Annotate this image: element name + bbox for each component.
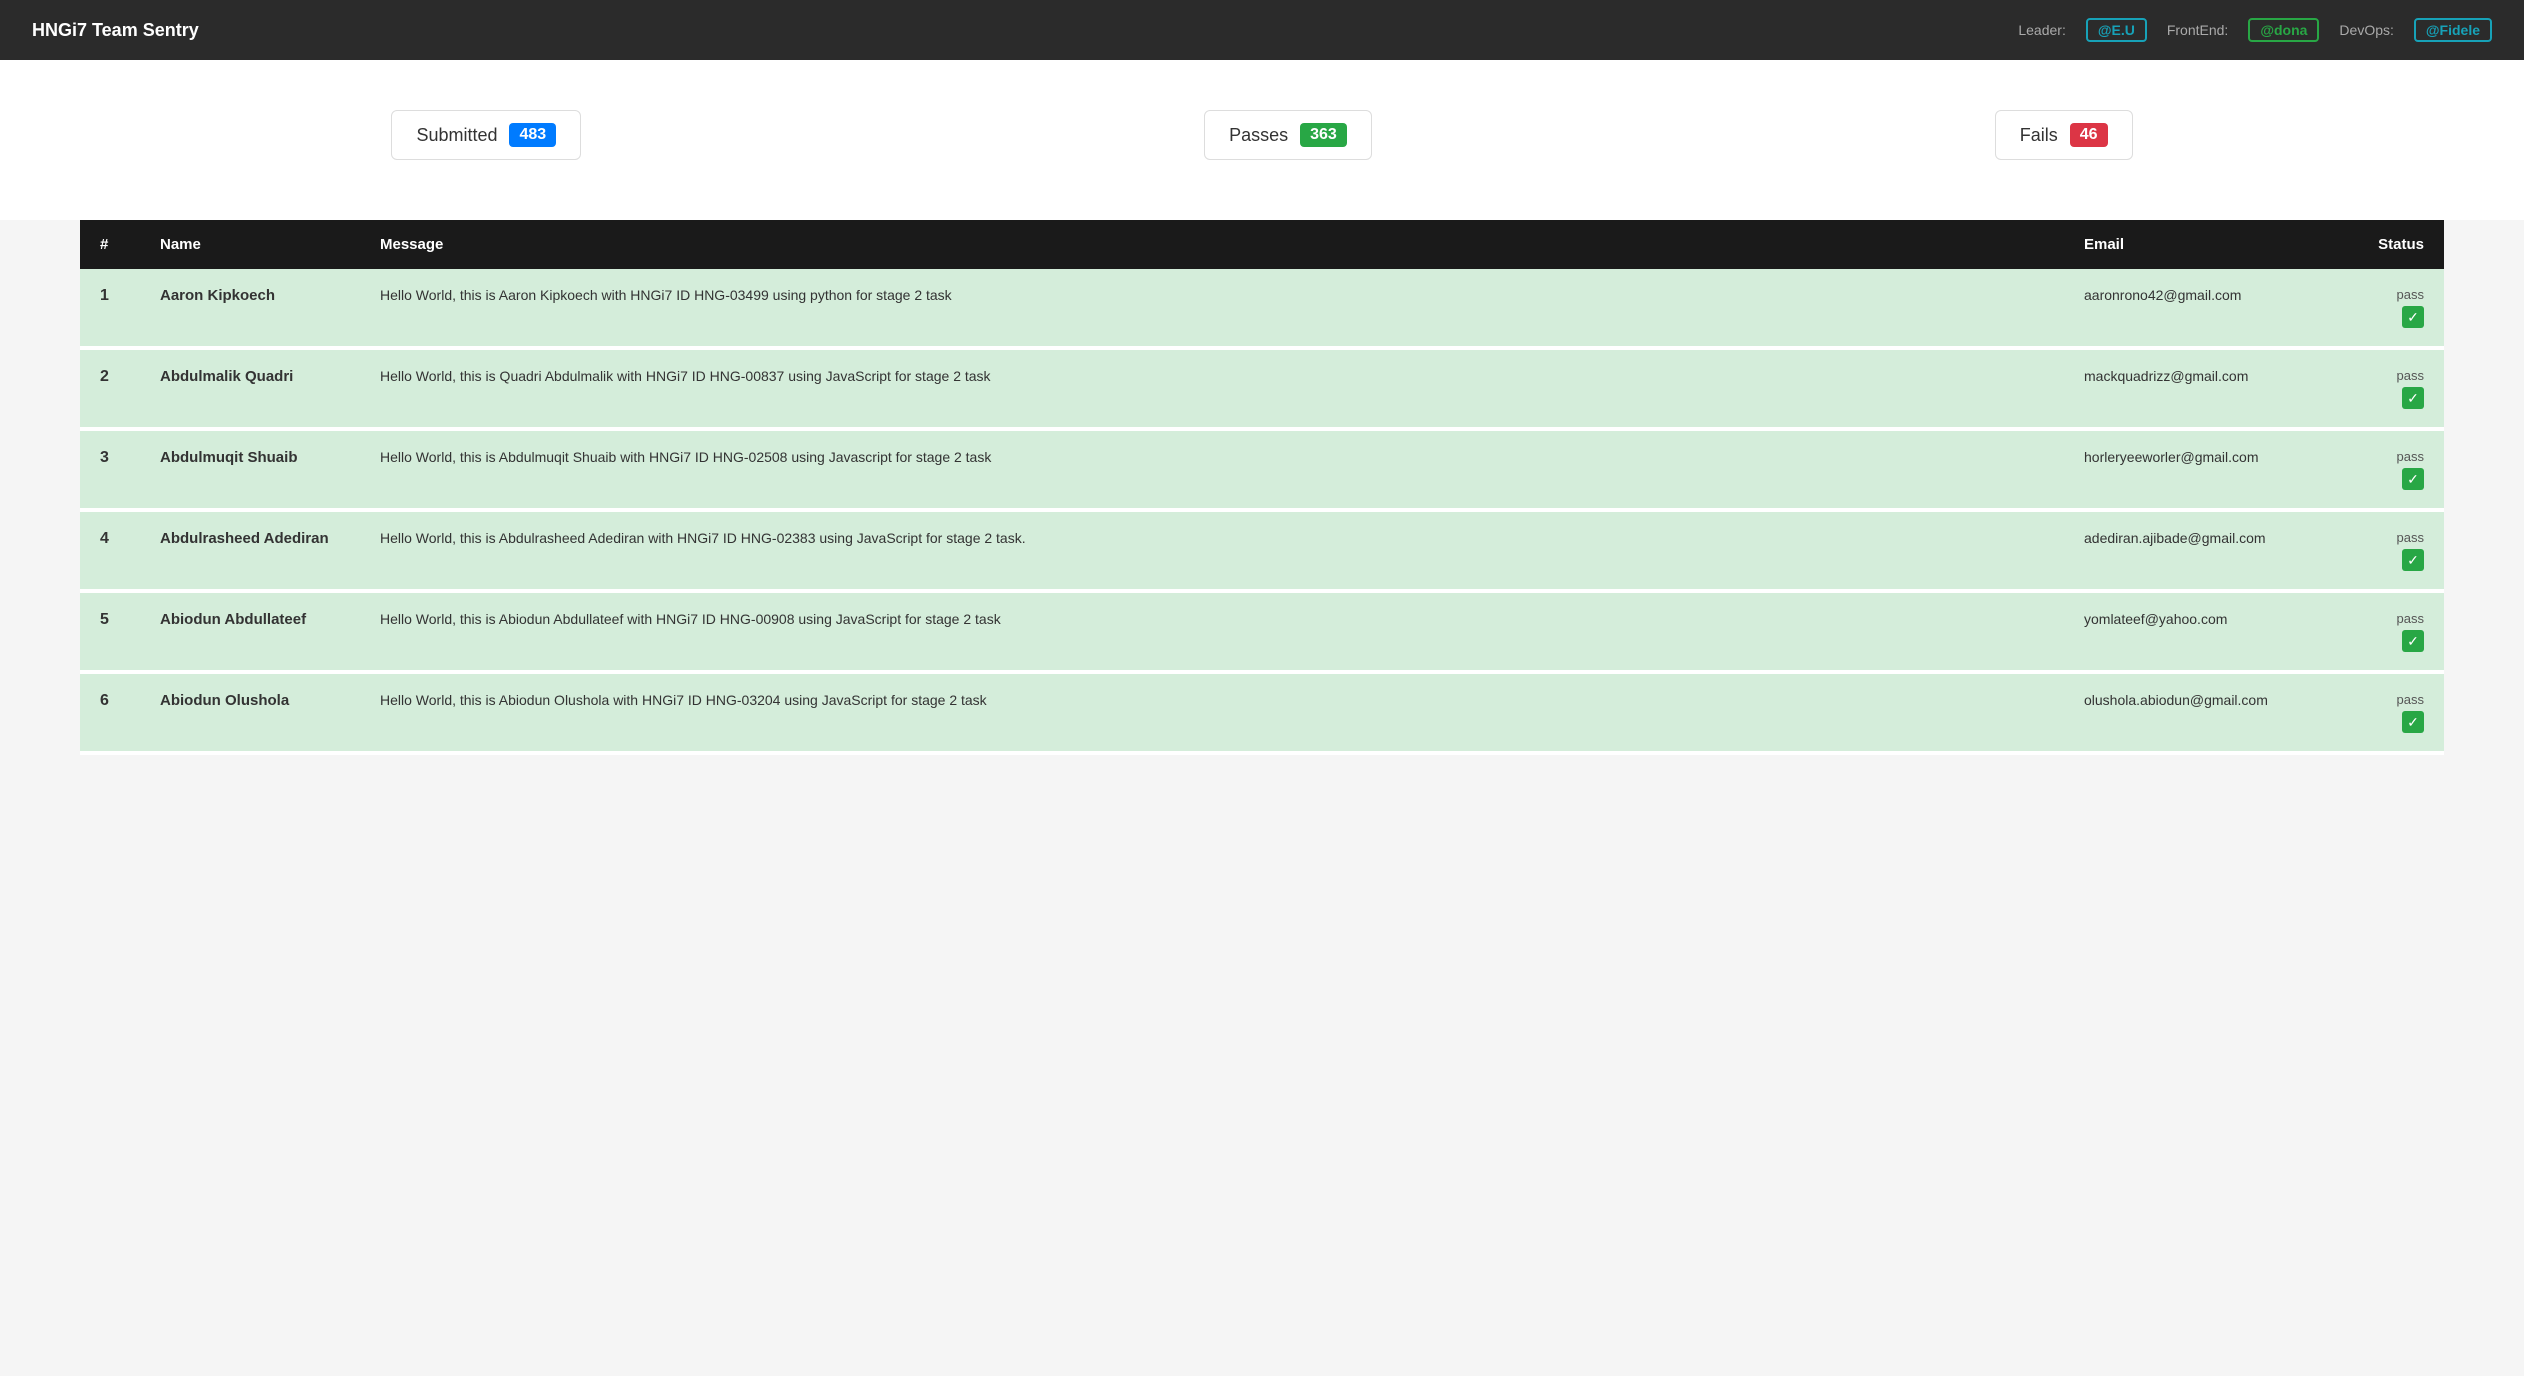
cell-message: Hello World, this is Quadri Abdulmalik w… — [360, 348, 2064, 429]
passes-label: Passes — [1229, 125, 1288, 146]
cell-status: pass ✓ — [2324, 429, 2444, 510]
table-row: 3 Abdulmuqit Shuaib Hello World, this is… — [80, 429, 2444, 510]
cell-status: pass ✓ — [2324, 269, 2444, 348]
cell-number: 1 — [80, 269, 140, 348]
cell-name: Aaron Kipkoech — [140, 269, 360, 348]
cell-name: Abiodun Olushola — [140, 672, 360, 753]
devops-label: DevOps: — [2339, 22, 2393, 38]
fails-label: Fails — [2020, 125, 2058, 146]
table-body: 1 Aaron Kipkoech Hello World, this is Aa… — [80, 269, 2444, 753]
col-header-status: Status — [2324, 220, 2444, 269]
leader-label: Leader: — [2018, 22, 2065, 38]
cell-email: yomlateef@yahoo.com — [2064, 591, 2324, 672]
col-header-email: Email — [2064, 220, 2324, 269]
stats-row: Submitted 483 Passes 363 Fails 46 — [0, 60, 2524, 220]
check-icon: ✓ — [2402, 549, 2424, 571]
cell-number: 6 — [80, 672, 140, 753]
status-pass-label: pass — [2344, 611, 2424, 626]
cell-number: 2 — [80, 348, 140, 429]
submitted-card: Submitted 483 — [391, 110, 581, 160]
table-row: 5 Abiodun Abdullateef Hello World, this … — [80, 591, 2444, 672]
status-pass-label: pass — [2344, 287, 2424, 302]
check-icon: ✓ — [2402, 387, 2424, 409]
col-header-name: Name — [140, 220, 360, 269]
cell-email: aaronrono42@gmail.com — [2064, 269, 2324, 348]
passes-count: 363 — [1300, 123, 1347, 147]
frontend-badge: @dona — [2248, 18, 2319, 42]
col-header-number: # — [80, 220, 140, 269]
data-table-container: # Name Message Email Status 1 Aaron Kipk… — [80, 220, 2444, 755]
cell-name: Abdulmuqit Shuaib — [140, 429, 360, 510]
table-row: 4 Abdulrasheed Adediran Hello World, thi… — [80, 510, 2444, 591]
cell-number: 3 — [80, 429, 140, 510]
cell-message: Hello World, this is Aaron Kipkoech with… — [360, 269, 2064, 348]
cell-status: pass ✓ — [2324, 348, 2444, 429]
table-row: 1 Aaron Kipkoech Hello World, this is Aa… — [80, 269, 2444, 348]
cell-number: 4 — [80, 510, 140, 591]
check-icon: ✓ — [2402, 306, 2424, 328]
cell-email: mackquadrizz@gmail.com — [2064, 348, 2324, 429]
table-header-row: # Name Message Email Status — [80, 220, 2444, 269]
cell-status: pass ✓ — [2324, 672, 2444, 753]
cell-email: olushola.abiodun@gmail.com — [2064, 672, 2324, 753]
cell-message: Hello World, this is Abiodun Olushola wi… — [360, 672, 2064, 753]
cell-number: 5 — [80, 591, 140, 672]
check-icon: ✓ — [2402, 630, 2424, 652]
app-title: HNGi7 Team Sentry — [32, 20, 199, 41]
cell-message: Hello World, this is Abiodun Abdullateef… — [360, 591, 2064, 672]
devops-badge: @Fidele — [2414, 18, 2492, 42]
status-pass-label: pass — [2344, 368, 2424, 383]
status-pass-label: pass — [2344, 449, 2424, 464]
status-pass-label: pass — [2344, 530, 2424, 545]
cell-email: horleryeeworler@gmail.com — [2064, 429, 2324, 510]
cell-name: Abiodun Abdullateef — [140, 591, 360, 672]
header-right: Leader: @E.U FrontEnd: @dona DevOps: @Fi… — [2018, 18, 2492, 42]
header: HNGi7 Team Sentry Leader: @E.U FrontEnd:… — [0, 0, 2524, 60]
cell-email: adediran.ajibade@gmail.com — [2064, 510, 2324, 591]
fails-count: 46 — [2070, 123, 2108, 147]
col-header-message: Message — [360, 220, 2064, 269]
frontend-label: FrontEnd: — [2167, 22, 2228, 38]
cell-message: Hello World, this is Abdulmuqit Shuaib w… — [360, 429, 2064, 510]
table-row: 6 Abiodun Olushola Hello World, this is … — [80, 672, 2444, 753]
cell-status: pass ✓ — [2324, 591, 2444, 672]
table-row: 2 Abdulmalik Quadri Hello World, this is… — [80, 348, 2444, 429]
cell-name: Abdulrasheed Adediran — [140, 510, 360, 591]
status-pass-label: pass — [2344, 692, 2424, 707]
submitted-count: 483 — [509, 123, 556, 147]
leader-badge: @E.U — [2086, 18, 2147, 42]
fails-card: Fails 46 — [1995, 110, 2133, 160]
check-icon: ✓ — [2402, 711, 2424, 733]
passes-card: Passes 363 — [1204, 110, 1372, 160]
cell-name: Abdulmalik Quadri — [140, 348, 360, 429]
data-table: # Name Message Email Status 1 Aaron Kipk… — [80, 220, 2444, 755]
submitted-label: Submitted — [416, 125, 497, 146]
cell-message: Hello World, this is Abdulrasheed Adedir… — [360, 510, 2064, 591]
check-icon: ✓ — [2402, 468, 2424, 490]
cell-status: pass ✓ — [2324, 510, 2444, 591]
